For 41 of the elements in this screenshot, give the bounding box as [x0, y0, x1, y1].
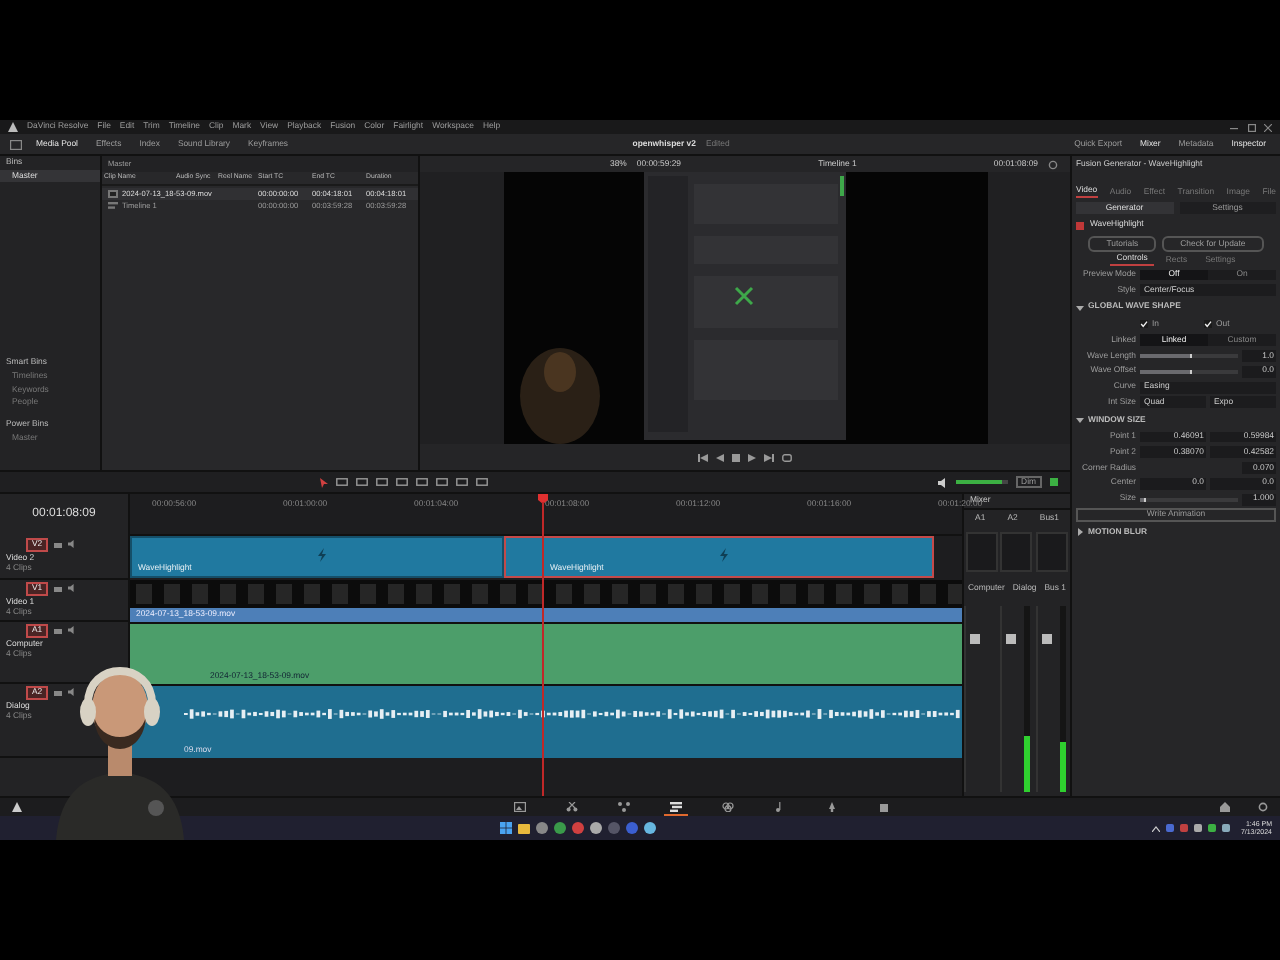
minimize-icon[interactable]: [1230, 123, 1238, 131]
settings-icon[interactable]: [1258, 802, 1268, 812]
speaker-icon[interactable]: [68, 540, 77, 549]
settings-icon[interactable]: [1048, 159, 1058, 169]
step-back-icon[interactable]: [716, 453, 724, 461]
caret-icon[interactable]: [1076, 303, 1084, 312]
caret-icon[interactable]: [1076, 528, 1084, 537]
lightning-icon: [317, 548, 325, 562]
film-icon: [108, 189, 118, 198]
timeline-icon: [108, 201, 118, 210]
lightning-icon: [719, 548, 727, 562]
chevron-up-icon[interactable]: [1152, 825, 1161, 831]
speaker-icon[interactable]: [937, 477, 948, 487]
windows-icon[interactable]: [499, 822, 512, 834]
nodes-icon[interactable]: [612, 799, 636, 815]
layout-icon[interactable]: [10, 139, 22, 149]
loop-icon[interactable]: [782, 453, 792, 461]
skip-back-icon[interactable]: [698, 453, 708, 461]
fader-handle[interactable]: [1005, 633, 1016, 644]
fader-handle[interactable]: [970, 633, 981, 644]
close-icon[interactable]: [1264, 123, 1272, 131]
checkbox[interactable]: [1204, 320, 1212, 329]
playhead[interactable]: [538, 494, 548, 796]
home-icon[interactable]: [1220, 802, 1230, 812]
image-icon[interactable]: [508, 799, 532, 815]
slider[interactable]: [1140, 369, 1238, 374]
speaker-icon[interactable]: [68, 626, 77, 635]
pointer-icon[interactable]: [320, 477, 328, 487]
checkbox[interactable]: [1140, 320, 1148, 329]
speaker-icon[interactable]: [68, 584, 77, 593]
stop-icon[interactable]: [732, 453, 740, 461]
app-logo-icon: [12, 802, 22, 812]
speaker-icon[interactable]: [68, 688, 77, 697]
folder-icon[interactable]: [517, 823, 530, 833]
caret-icon[interactable]: [1076, 415, 1084, 424]
meter-slot: [1000, 531, 1033, 572]
skip-forward-icon[interactable]: [764, 453, 774, 461]
fader-handle[interactable]: [1041, 633, 1052, 644]
circles-icon[interactable]: [716, 799, 740, 815]
maximize-icon[interactable]: [1247, 123, 1255, 131]
play-icon[interactable]: [748, 453, 756, 461]
